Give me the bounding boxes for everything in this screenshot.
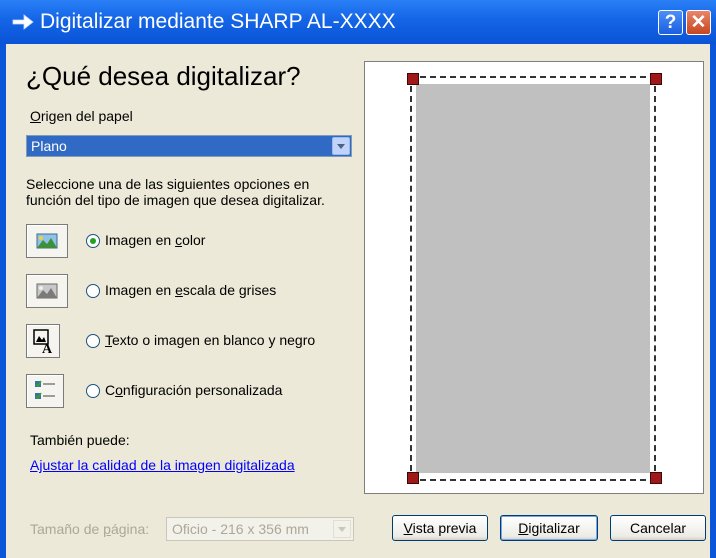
scan-button[interactable]: Digitalizar — [500, 515, 598, 541]
color-image-label-accesskey: c — [175, 232, 183, 248]
color-photo-icon[interactable] — [26, 224, 68, 258]
custom-config-radio[interactable] — [86, 384, 100, 398]
page-title: ¿Qué desea digitalizar? — [26, 61, 301, 91]
grayscale-image-label-accesskey: e — [175, 282, 183, 298]
paper-source-label-text: rigen del papel — [40, 108, 133, 124]
resize-handle-bottom-left[interactable] — [407, 472, 419, 484]
close-button[interactable]: ✕ — [686, 10, 711, 35]
page-size-value: Oficio - 216 x 356 mm — [172, 521, 309, 537]
grayscale-image-radio[interactable] — [86, 284, 100, 298]
adjust-quality-link[interactable]: Ajustar la calidad de la imagen digitali… — [30, 457, 295, 473]
chevron-down-icon[interactable] — [332, 137, 350, 155]
scan-selection-rectangle[interactable] — [410, 76, 656, 481]
custom-config-label[interactable]: Configuración personalizada — [105, 382, 282, 398]
custom-config-label-accesskey: o — [115, 382, 123, 398]
text-bw-label[interactable]: Texto o imagen en blanco y negro — [105, 332, 315, 348]
resize-handle-top-left[interactable] — [407, 73, 419, 85]
custom-config-label-text: C — [105, 382, 116, 398]
grayscale-image-label-rest: scala de grises — [182, 282, 277, 298]
custom-settings-icon[interactable] — [26, 374, 64, 408]
scan-dialog-window: Digitalizar mediante SHARP AL-XXXX ? ✕ ¿… — [0, 0, 716, 558]
preview-button-label: ista previa — [412, 520, 477, 536]
page-size-label: Tamaño de página: — [30, 521, 149, 537]
grayscale-image-label[interactable]: Imagen en escala de grises — [105, 282, 276, 298]
grayscale-image-label-text: Imagen en — [105, 282, 176, 298]
text-bw-radio[interactable] — [86, 334, 100, 348]
paper-source-select[interactable]: Plano — [26, 135, 352, 157]
page-size-label-accesskey: p — [103, 521, 111, 537]
text-bw-label-accesskey: T — [105, 332, 112, 348]
paper-source-value: Plano — [31, 138, 67, 154]
color-image-label-text: Imagen en — [105, 232, 176, 248]
svg-text:A: A — [42, 342, 53, 357]
paper-source-label: Origen del papel — [30, 108, 133, 124]
cancel-button[interactable]: Cancelar — [610, 515, 706, 541]
color-image-radio[interactable] — [86, 234, 100, 248]
window-title: Digitalizar mediante SHARP AL-XXXX — [40, 10, 396, 33]
scan-button-accesskey: D — [518, 520, 529, 536]
grayscale-photo-icon[interactable] — [26, 274, 68, 308]
page-size-label-text: Tamaño de — [30, 521, 104, 537]
text-image-icon[interactable]: A — [26, 324, 60, 358]
resize-handle-top-right[interactable] — [650, 73, 662, 85]
custom-config-label-rest: nfiguración personalizada — [122, 382, 283, 398]
text-bw-label-text: exto o imagen en blanco y negro — [112, 332, 316, 348]
page-size-select[interactable]: Oficio - 216 x 356 mm — [166, 517, 354, 541]
also-label: También puede: — [30, 432, 130, 448]
resize-handle-bottom-right[interactable] — [650, 472, 662, 484]
color-image-label-rest: olor — [182, 232, 206, 248]
scanner-arrow-icon — [12, 14, 34, 30]
preview-button[interactable]: Vista previa — [392, 515, 488, 541]
color-image-label[interactable]: Imagen en color — [105, 232, 205, 248]
chevron-down-icon[interactable] — [333, 520, 351, 538]
page-size-label-rest: ágina: — [110, 521, 150, 537]
paper-source-label-accesskey: O — [30, 108, 41, 124]
scan-button-label: igitalizar — [528, 520, 580, 536]
instructions-text: Seleccione una de las siguientes opcione… — [26, 176, 325, 208]
help-button[interactable]: ? — [658, 10, 683, 35]
title-bar[interactable]: Digitalizar mediante SHARP AL-XXXX ? ✕ — [0, 0, 716, 44]
preview-button-accesskey: V — [403, 520, 413, 536]
